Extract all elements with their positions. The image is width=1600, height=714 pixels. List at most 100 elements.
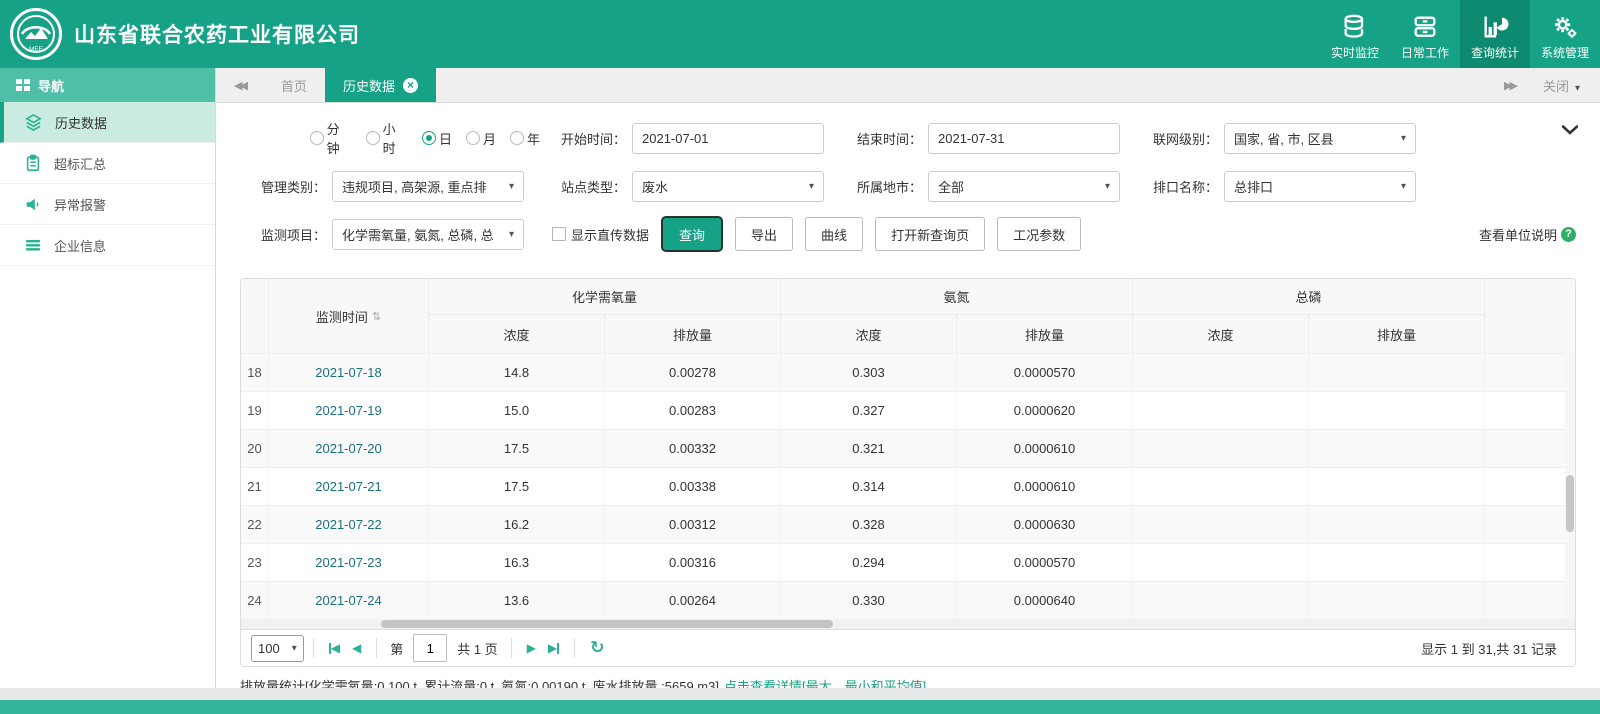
start-time-label: 开始时间： [540, 129, 626, 148]
subheader-emission: 排放量 [605, 315, 781, 353]
table-row[interactable]: 19 2021-07-19 15.0 0.00283 0.327 0.00006… [241, 391, 1575, 429]
tp-emission-cell [1309, 392, 1485, 429]
subheader-emission: 排放量 [957, 315, 1133, 353]
tp-concentration-cell [1133, 392, 1309, 429]
horizontal-scrollbar[interactable] [241, 619, 1575, 629]
tp-emission-cell [1309, 582, 1485, 619]
horizontal-scrollbar-thumb[interactable] [381, 620, 833, 628]
site-type-field: 站点类型： 废水 ▾ [540, 171, 836, 202]
monitor-items-select[interactable]: 化学需氧量, 氨氮, 总磷, 总 ▾ [332, 219, 524, 250]
date-cell[interactable]: 2021-07-22 [269, 506, 429, 543]
top-nav-query-stats[interactable]: 查询统计 [1460, 0, 1530, 68]
cod-emission-cell: 0.00332 [605, 430, 781, 467]
tab-history-data[interactable]: 历史数据 × [325, 68, 436, 102]
filter-grid: 分钟 小时 日 月 年 开始时间： 结束时间： [240, 119, 1576, 202]
radio-hour[interactable]: 小时 [366, 119, 408, 157]
radio-year[interactable]: 年 [510, 129, 540, 148]
last-page-button[interactable]: ▶ [542, 641, 565, 655]
sort-icon[interactable]: ⇅ [372, 310, 381, 323]
city-field: 所属地市： 全部 ▾ [836, 171, 1132, 202]
radio-day[interactable]: 日 [422, 129, 452, 148]
page-size-select[interactable]: 100 ▾ [251, 635, 304, 662]
collapse-panel-icon[interactable] [1562, 125, 1578, 135]
export-button[interactable]: 导出 [735, 217, 793, 251]
date-cell[interactable]: 2021-07-21 [269, 468, 429, 505]
nh3-concentration-cell: 0.294 [781, 544, 957, 581]
monitor-items-field: 监测项目： 化学需氧量, 氨氮, 总磷, 总 ▾ [240, 219, 540, 250]
working-params-button[interactable]: 工况参数 [997, 217, 1081, 251]
bottom-teal-strip [0, 700, 1600, 714]
unit-note-link[interactable]: 查看单位说明 ? [1479, 225, 1576, 244]
date-cell[interactable]: 2021-07-24 [269, 582, 429, 619]
table-row[interactable]: 24 2021-07-24 13.6 0.00264 0.330 0.00006… [241, 581, 1575, 619]
tab-home[interactable]: 首页 [263, 68, 325, 102]
outlet-select[interactable]: 总排口 ▾ [1224, 171, 1416, 202]
tab-close-icon[interactable]: × [403, 78, 418, 93]
radio-minute[interactable]: 分钟 [310, 119, 352, 157]
clipboard-icon [24, 154, 42, 172]
vertical-scrollbar[interactable] [1565, 353, 1575, 619]
table-row[interactable]: 21 2021-07-21 17.5 0.00338 0.314 0.00006… [241, 467, 1575, 505]
sidebar-item-enterprise-info[interactable]: 企业信息 [0, 225, 215, 266]
row-number: 20 [241, 430, 269, 467]
table-row[interactable]: 23 2021-07-23 16.3 0.00316 0.294 0.00005… [241, 543, 1575, 581]
manage-type-select[interactable]: 违规项目, 高架源, 重点排 ▾ [332, 171, 524, 202]
divider [376, 638, 377, 658]
cod-concentration-cell: 17.5 [429, 430, 605, 467]
curve-button[interactable]: 曲线 [805, 217, 863, 251]
open-new-query-button[interactable]: 打开新查询页 [875, 217, 985, 251]
tab-bar-right: ▶▶ 关闭▾ [1504, 76, 1600, 95]
filler-cell [1485, 354, 1575, 391]
date-cell[interactable]: 2021-07-20 [269, 430, 429, 467]
sidebar-item-history-data[interactable]: 历史数据 [0, 102, 215, 143]
nh3-emission-cell: 0.0000570 [957, 544, 1133, 581]
prev-page-button[interactable]: ◀ [346, 641, 367, 655]
date-cell[interactable]: 2021-07-19 [269, 392, 429, 429]
date-cell[interactable]: 2021-07-18 [269, 354, 429, 391]
top-nav-realtime[interactable]: 实时监控 [1320, 0, 1390, 68]
group-nh3: 氨氮 浓度 排放量 [781, 279, 1133, 353]
filler-cell [1485, 544, 1575, 581]
sidebar-item-label: 历史数据 [55, 113, 107, 132]
next-page-button[interactable]: ▶ [521, 641, 542, 655]
end-time-input[interactable] [928, 123, 1120, 154]
query-button[interactable]: 查询 [661, 216, 723, 252]
cod-concentration-cell: 16.3 [429, 544, 605, 581]
nh3-concentration-cell: 0.321 [781, 430, 957, 467]
page-number-input[interactable] [413, 634, 447, 662]
network-level-select[interactable]: 国家, 省, 市, 区县 ▾ [1224, 123, 1416, 154]
table-row[interactable]: 18 2021-07-18 14.8 0.00278 0.303 0.00005… [241, 353, 1575, 391]
row-number: 18 [241, 354, 269, 391]
filler-cell [1485, 392, 1575, 429]
top-nav-daily-work[interactable]: 日常工作 [1390, 0, 1460, 68]
nh3-concentration-cell: 0.330 [781, 582, 957, 619]
first-page-button[interactable]: ◀ [323, 641, 346, 655]
sidebar-item-abnormal-alarm[interactable]: 异常报警 [0, 184, 215, 225]
city-select[interactable]: 全部 ▾ [928, 171, 1120, 202]
table-row[interactable]: 22 2021-07-22 16.2 0.00312 0.328 0.00006… [241, 505, 1575, 543]
table-row[interactable]: 20 2021-07-20 17.5 0.00332 0.321 0.00006… [241, 429, 1575, 467]
tabs-close-menu-label: 关闭 [1543, 79, 1569, 94]
site-type-select[interactable]: 废水 ▾ [632, 171, 824, 202]
sidebar-item-exceed-summary[interactable]: 超标汇总 [0, 143, 215, 184]
tabs-close-menu[interactable]: 关闭▾ [1543, 76, 1580, 95]
radio-month[interactable]: 月 [466, 129, 496, 148]
top-nav-label: 查询统计 [1471, 44, 1519, 61]
tabs-scroll-left-icon[interactable]: ◀◀ [216, 79, 263, 92]
sidebar-item-label: 企业信息 [54, 236, 106, 255]
bottom-gray-strip [0, 688, 1600, 700]
radio-icon [466, 131, 480, 145]
tp-concentration-cell [1133, 506, 1309, 543]
start-time-input[interactable] [632, 123, 824, 154]
direct-data-checkbox[interactable] [552, 227, 566, 241]
vertical-scrollbar-thumb[interactable] [1566, 475, 1574, 532]
radio-label: 小时 [383, 119, 408, 157]
top-nav-system-admin[interactable]: 系统管理 [1530, 0, 1600, 68]
nh3-concentration-cell: 0.314 [781, 468, 957, 505]
time-column-header[interactable]: 监测时间 ⇅ [269, 279, 429, 353]
nh3-concentration-cell: 0.328 [781, 506, 957, 543]
date-cell[interactable]: 2021-07-23 [269, 544, 429, 581]
tabs-scroll-right-icon[interactable]: ▶▶ [1504, 79, 1515, 92]
refresh-icon[interactable]: ↻ [584, 638, 610, 658]
group-header: 氨氮 [781, 279, 1133, 315]
